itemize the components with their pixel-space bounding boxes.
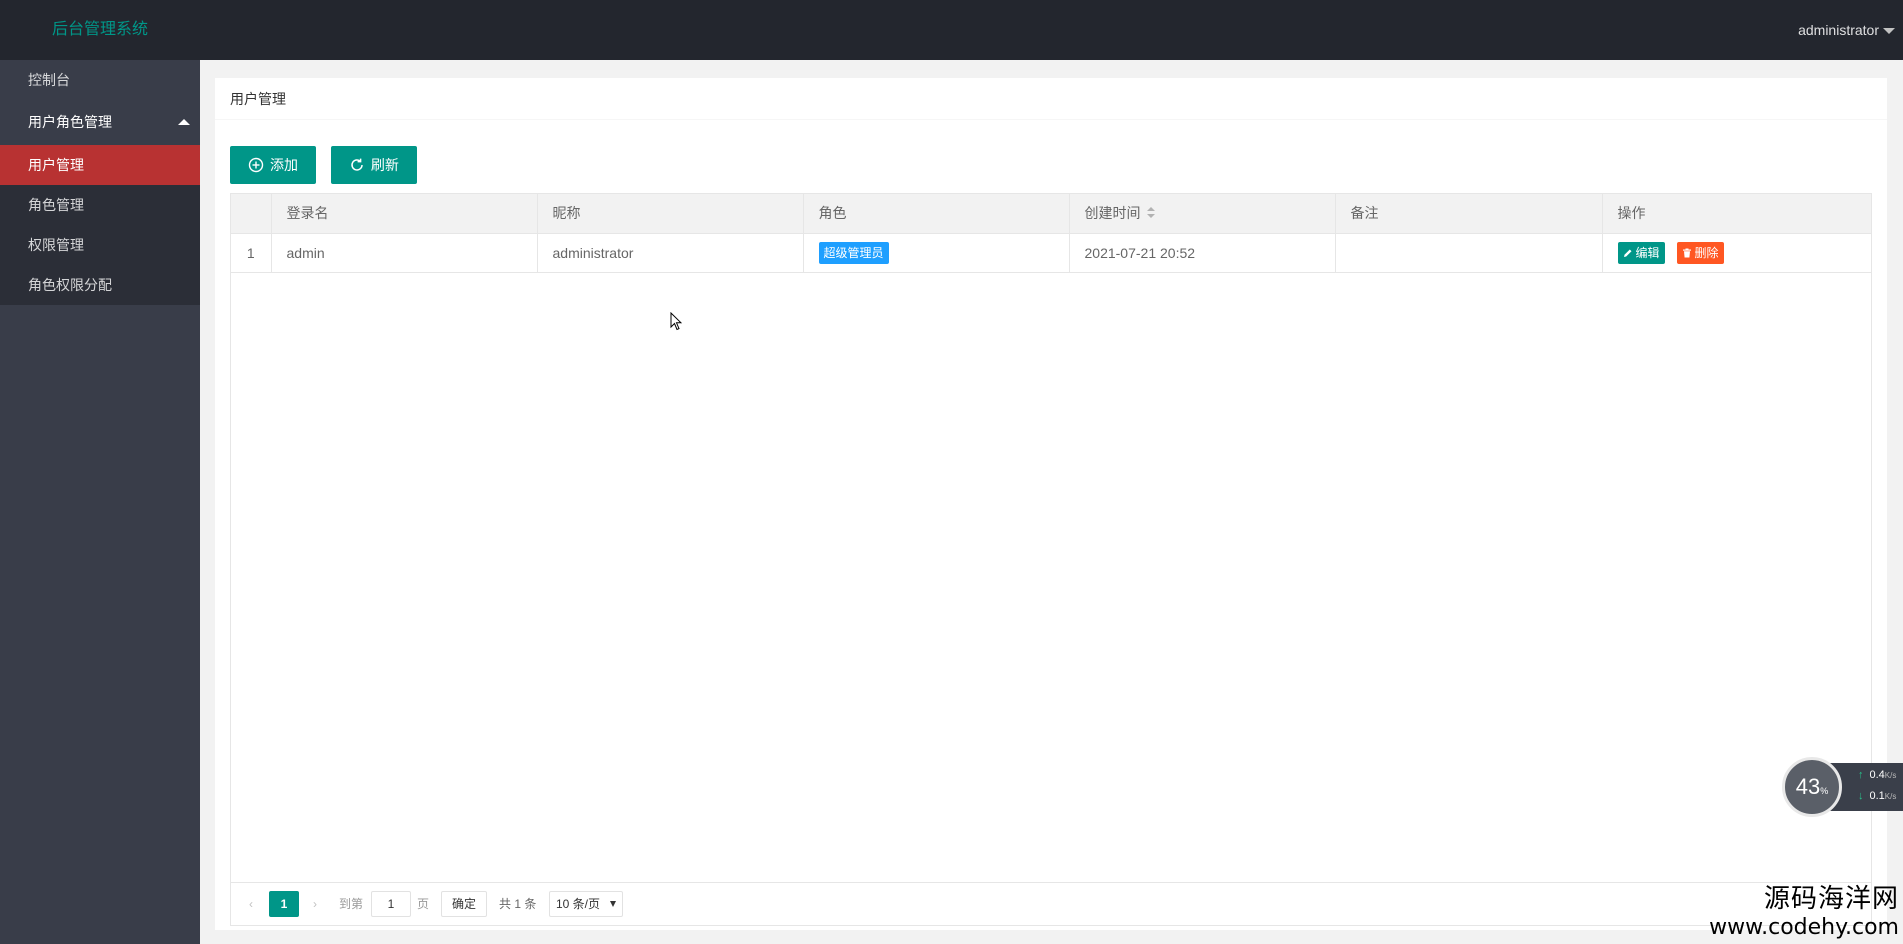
arrow-down-icon: ↓	[1858, 790, 1864, 802]
upload-rate-value: 0.4	[1869, 769, 1885, 781]
col-login-header: 登录名	[271, 194, 538, 234]
pagination: ‹ 1 › 到第 页 确定 共 1 条 10 条/页	[231, 882, 1871, 925]
edit-button[interactable]: 编辑	[1617, 241, 1665, 264]
role-badge: 超级管理员	[818, 241, 889, 264]
goto-confirm-button[interactable]: 确定	[441, 891, 488, 917]
goto-label: 到第	[339, 897, 364, 911]
download-rate-value: 0.1	[1869, 790, 1885, 802]
col-actions-header: 操作	[1602, 194, 1871, 234]
sidebar-item-user-role-management[interactable]: 用户角色管理	[0, 100, 200, 145]
pencil-icon	[1623, 249, 1631, 257]
usage-percent: 43	[1795, 774, 1821, 799]
row-remark	[1335, 233, 1603, 273]
refresh-button-label: 刷新	[370, 157, 399, 173]
user-menu[interactable]: administrator	[1798, 0, 1895, 60]
upload-rate: ↑ 0.4K/s	[1858, 769, 1896, 781]
download-rate-unit: K/s	[1884, 792, 1897, 801]
col-created-label: 创建时间	[1084, 205, 1141, 222]
row-actions: 编辑 删除	[1602, 233, 1871, 273]
col-nickname-header: 昵称	[537, 194, 804, 234]
page-1[interactable]: 1	[269, 891, 299, 917]
row-login: admin	[271, 233, 538, 273]
watermark: 源码海洋网 www.codehy.com	[1709, 878, 1899, 940]
usage-percent-unit: %	[1820, 786, 1829, 796]
col-remark-header: 备注	[1335, 194, 1603, 234]
mouse-cursor-icon	[670, 312, 682, 331]
sidebar-item-role-permission-assign[interactable]: 角色权限分配	[0, 265, 200, 305]
dropdown-arrow-icon	[610, 901, 616, 907]
edit-button-label: 编辑	[1635, 245, 1660, 260]
page-size-value: 10 条/页	[556, 897, 601, 911]
watermark-url: www.codehy.com	[1709, 915, 1899, 940]
top-header: 后台管理系统 administrator	[0, 0, 1903, 60]
delete-button-label: 删除	[1694, 245, 1719, 260]
page-size-select[interactable]: 10 条/页	[549, 891, 623, 917]
row-created: 2021-07-21 20:52	[1069, 233, 1336, 273]
content-card: 用户管理 添加 刷新 登录名 昵称 角色 创建时间 备注 操作 1 admin …	[215, 78, 1887, 930]
table-header-row: 登录名 昵称 角色 创建时间 备注 操作	[231, 194, 1871, 234]
row-nickname: administrator	[537, 233, 804, 273]
sidebar-item-dashboard[interactable]: 控制台	[0, 60, 200, 100]
page-title: 用户管理	[215, 78, 1887, 120]
caret-up-icon	[178, 119, 190, 125]
watermark-title: 源码海洋网	[1763, 884, 1899, 914]
sidebar: 控制台 用户角色管理 用户管理 角色管理 权限管理 角色权限分配	[0, 60, 200, 944]
page-unit-label: 页	[417, 897, 430, 911]
row-role: 超级管理员	[803, 233, 1070, 273]
col-role-header: 角色	[803, 194, 1070, 234]
refresh-icon	[351, 158, 363, 171]
download-rate: ↓ 0.1K/s	[1858, 790, 1896, 802]
delete-button[interactable]: 删除	[1676, 241, 1724, 264]
sidebar-submenu: 用户管理 角色管理 权限管理 角色权限分配	[0, 145, 200, 305]
app-logo[interactable]: 后台管理系统	[0, 0, 200, 60]
refresh-button[interactable]: 刷新	[330, 146, 417, 184]
sidebar-item-label: 用户角色管理	[28, 114, 112, 130]
next-page-icon[interactable]: ›	[305, 891, 325, 917]
add-circle-icon	[248, 157, 264, 173]
main-content: 用户管理 添加 刷新 登录名 昵称 角色 创建时间 备注 操作 1 admin …	[200, 60, 1903, 944]
caret-down-icon	[1883, 28, 1895, 35]
arrow-up-icon: ↑	[1858, 769, 1864, 781]
user-name: administrator	[1798, 22, 1879, 38]
sort-icon[interactable]	[1146, 207, 1155, 219]
add-button[interactable]: 添加	[230, 146, 316, 184]
col-created-header[interactable]: 创建时间	[1069, 194, 1336, 234]
row-index: 1	[231, 233, 272, 273]
usage-gauge: 43%	[1782, 757, 1842, 817]
sidebar-item-permission-management[interactable]: 权限管理	[0, 225, 200, 265]
sidebar-item-user-management[interactable]: 用户管理	[0, 145, 200, 185]
network-speed-widget[interactable]: 43% ↑ 0.4K/s ↓ 0.1K/s	[1782, 757, 1903, 817]
col-index-header	[231, 194, 272, 234]
add-button-label: 添加	[270, 157, 298, 173]
user-table: 登录名 昵称 角色 创建时间 备注 操作 1 admin administrat…	[230, 193, 1872, 926]
sidebar-item-role-management[interactable]: 角色管理	[0, 185, 200, 225]
upload-rate-unit: K/s	[1884, 771, 1897, 780]
prev-page-icon[interactable]: ‹	[241, 891, 261, 917]
trash-icon	[1682, 248, 1691, 257]
goto-page-input[interactable]	[371, 891, 411, 917]
table-row: 1 admin administrator 超级管理员 2021-07-21 2…	[231, 233, 1871, 273]
toolbar: 添加 刷新	[230, 146, 428, 184]
total-count: 共 1 条	[499, 897, 537, 911]
